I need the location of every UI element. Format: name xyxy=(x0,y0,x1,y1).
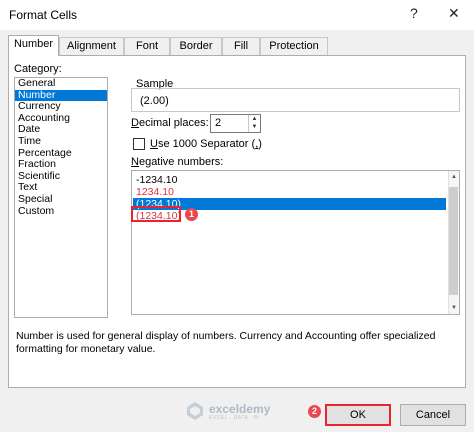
separator-label: Use 1000 Separator (,) xyxy=(150,138,262,150)
scrollbar[interactable]: ▲ ▼ xyxy=(448,171,459,314)
tab-font[interactable]: Font xyxy=(124,37,170,55)
format-description: Number is used for general display of nu… xyxy=(16,330,436,355)
negative-numbers-list[interactable]: -1234.10 1234.10 (1234.10) (1234.10) ▲ ▼ xyxy=(131,170,460,315)
category-item[interactable]: General xyxy=(15,78,107,90)
highlight-red-parentheses xyxy=(131,206,181,222)
step-1-badge: 1 xyxy=(185,208,198,221)
decimal-places-spinner[interactable]: 2 ▲ ▼ xyxy=(210,114,261,133)
help-icon[interactable]: ? xyxy=(410,5,418,21)
close-icon[interactable]: ✕ xyxy=(448,5,460,22)
negative-item[interactable]: 1234.10 xyxy=(133,186,446,198)
tab-alignment[interactable]: Alignment xyxy=(59,37,124,55)
scroll-down-icon[interactable]: ▼ xyxy=(451,305,457,311)
ok-button[interactable]: OK xyxy=(325,404,391,426)
category-list[interactable]: General Number Currency Accounting Date … xyxy=(14,77,108,318)
decimal-places-value: 2 xyxy=(215,117,222,129)
dialog-title: Format Cells xyxy=(9,8,78,22)
exceldemy-watermark: exceldemy EXCEL · DATA · BI xyxy=(185,401,270,423)
category-item[interactable]: Custom xyxy=(15,205,107,218)
category-item[interactable]: Fraction xyxy=(15,159,107,171)
tab-fill[interactable]: Fill xyxy=(222,37,260,55)
separator-checkbox[interactable] xyxy=(133,138,145,150)
watermark-tagline: EXCEL · DATA · BI xyxy=(209,415,260,421)
decimal-places-label: Decimal places: xyxy=(131,117,209,129)
cancel-button[interactable]: Cancel xyxy=(400,404,466,426)
scroll-up-icon[interactable]: ▲ xyxy=(451,174,457,180)
spin-down-icon[interactable]: ▼ xyxy=(249,123,260,131)
exceldemy-logo-icon xyxy=(187,402,203,420)
sample-value: (2.00) xyxy=(140,95,169,107)
tab-number[interactable]: Number xyxy=(8,35,59,56)
sample-box: (2.00) xyxy=(131,88,460,112)
negative-numbers-label: Negative numbers: xyxy=(131,156,224,168)
tab-protection[interactable]: Protection xyxy=(260,37,328,55)
watermark-name: exceldemy xyxy=(209,402,271,416)
negative-item[interactable]: -1234.10 xyxy=(133,174,446,186)
spin-up-icon[interactable]: ▲ xyxy=(249,115,260,123)
title-bar: Format Cells ? ✕ xyxy=(0,0,474,30)
category-item[interactable]: Special xyxy=(15,193,107,206)
tab-border[interactable]: Border xyxy=(170,37,222,55)
spinner-arrows[interactable]: ▲ ▼ xyxy=(248,115,260,132)
category-item[interactable]: Time xyxy=(15,135,107,148)
category-label: Category: xyxy=(14,63,62,75)
scroll-thumb[interactable] xyxy=(449,187,458,295)
step-2-badge: 2 xyxy=(308,405,321,418)
